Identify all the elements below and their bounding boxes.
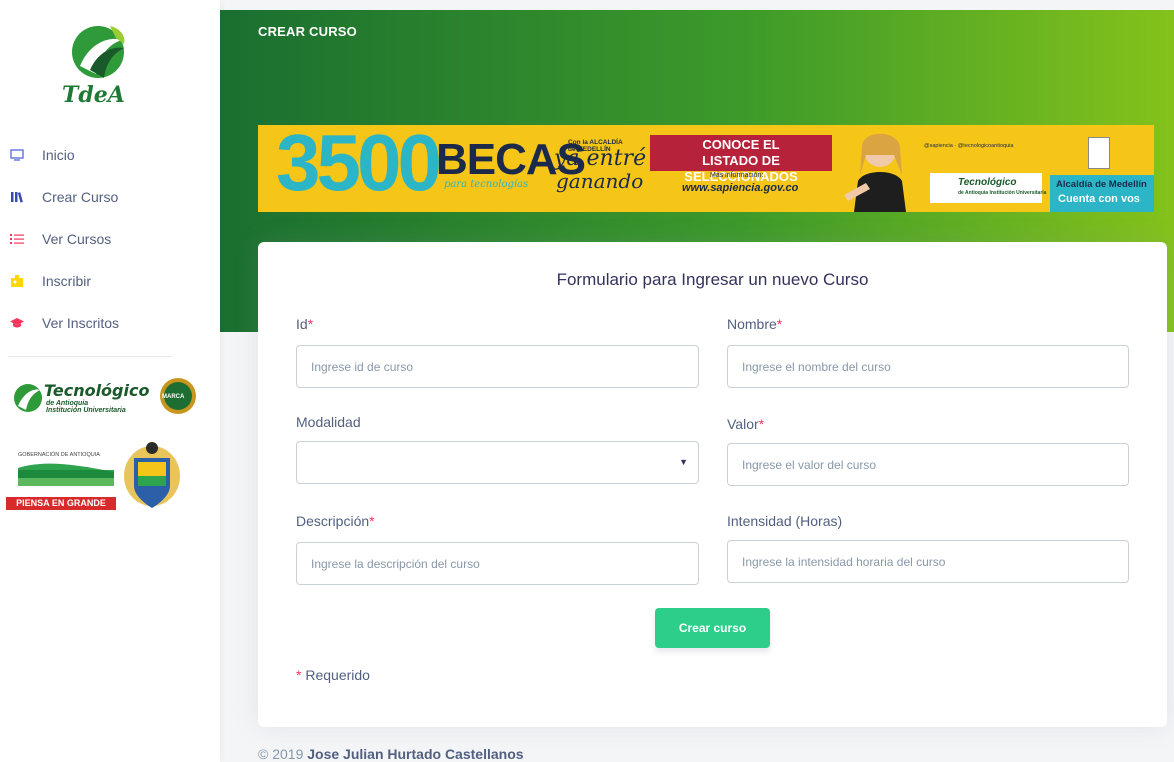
required-note: * Requerido (296, 667, 370, 683)
sidebar-item-label: Ver Inscritos (42, 315, 120, 331)
tecnologico-subtitle-2: Institución Universitaria (46, 407, 126, 414)
required-note-text: Requerido (305, 667, 370, 683)
sidebar-item-label: Inicio (42, 147, 75, 163)
form-title: Formulario para Ingresar un nuevo Curso (556, 270, 869, 289)
monitor-icon (8, 146, 26, 164)
banner-conoce-line2: LISTADO DE SELECCIONADOS (684, 153, 798, 184)
sidebar-item-inicio[interactable]: Inicio (0, 134, 220, 176)
sidebar-item-ver-inscritos[interactable]: Ver Inscritos (0, 302, 220, 344)
sidebar-item-ver-cursos[interactable]: Ver Cursos (0, 218, 220, 260)
footer-author[interactable]: Jose Julian Hurtado Castellanos (307, 746, 523, 762)
page-footer: © 2019 Jose Julian Hurtado Castellanos (258, 746, 524, 762)
sidebar-item-label: Crear Curso (42, 189, 119, 205)
footer-year: © 2019 (258, 746, 304, 762)
required-mark: * (307, 316, 314, 332)
banner-alcaldia-line1: Alcaldía de Medellín (1056, 179, 1147, 190)
crear-curso-button[interactable]: Crear curso (655, 608, 770, 648)
descripcion-label: Descripción* (296, 513, 375, 529)
list-icon (8, 230, 26, 248)
seal-label: MARCA (162, 394, 185, 400)
modalidad-select[interactable]: ▼ (296, 441, 699, 484)
banner-number: 3500 (276, 125, 442, 207)
caret-down-icon: ▼ (679, 457, 688, 467)
banner-tec-sub: de Antioquia Institución Universitaria (958, 190, 1047, 196)
descripcion-label-text: Descripción (296, 513, 370, 529)
required-mark: * (758, 416, 765, 432)
banner-conoce-line1: CONOCE EL (702, 137, 780, 152)
sidebar-item-crear-curso[interactable]: Crear Curso (0, 176, 220, 218)
required-mark: * (296, 667, 302, 683)
piensa-en-grande-slogan: PIENSA EN GRANDE (6, 497, 116, 510)
banner-ganando: ganando (556, 169, 644, 193)
becas-banner[interactable]: 3500 BECAS para tecnologías Con la ALCAL… (258, 125, 1154, 212)
books-icon (8, 188, 26, 206)
sidebar: TdeA Inicio Crear Curso Ver Cursos Inscr… (0, 0, 220, 762)
sidebar-nav: Inicio Crear Curso Ver Cursos Inscribir … (0, 134, 220, 344)
valor-label: Valor* (727, 416, 764, 432)
tecnologico-subtitle: de Antioquia (46, 400, 89, 407)
brand-name: TdeA (62, 82, 125, 108)
modalidad-label: Modalidad (296, 414, 361, 430)
banner-alcaldia-line2: Cuenta con vos (1058, 193, 1140, 205)
nombre-input[interactable]: Ingrese el nombre del curso (727, 345, 1129, 388)
nombre-label-text: Nombre (727, 316, 777, 332)
valor-input[interactable]: Ingrese el valor del curso (727, 443, 1129, 486)
gobernacion-title: GOBERNACIÓN DE ANTIOQUIA (18, 452, 100, 458)
required-mark: * (369, 513, 375, 529)
sidebar-item-label: Ver Cursos (42, 231, 112, 247)
id-label-text: Id (296, 316, 308, 332)
tecnologico-word: Tecnológico (44, 381, 150, 400)
banner-mas-info: Más información: (710, 172, 764, 179)
valor-label-text: Valor (727, 416, 759, 432)
banner-tec-word: Tecnológico (958, 177, 1017, 188)
descripcion-input[interactable]: Ingrese la descripción del curso (296, 542, 699, 585)
required-mark: * (776, 316, 783, 332)
page-title: CREAR CURSO (258, 24, 357, 39)
banner-person-image (844, 133, 906, 212)
intensidad-label: Intensidad (Horas) (727, 513, 843, 529)
id-input[interactable]: Ingrese id de curso (296, 345, 699, 388)
banner-url: www.sapiencia.gov.co (682, 182, 799, 194)
sidebar-divider (8, 356, 172, 357)
nombre-label: Nombre* (727, 316, 782, 332)
banner-conoce-box: CONOCE EL LISTADO DE SELECCIONADOS (650, 135, 832, 184)
intensidad-input[interactable]: Ingrese la intensidad horaria del curso (727, 540, 1129, 583)
graduation-cap-icon (8, 314, 26, 332)
course-form-card: Formulario para Ingresar un nuevo Curso … (258, 242, 1167, 727)
banner-social: @sapiencia · @tecnologicoantioquia (924, 143, 1014, 149)
badge-icon (8, 272, 26, 290)
id-label: Id* (296, 316, 313, 332)
sidebar-item-inscribir[interactable]: Inscribir (0, 260, 220, 302)
banner-para: para tecnologías (444, 179, 529, 190)
banner-ya-entre: ya entré (554, 146, 647, 171)
banner-escudo-icon (1088, 137, 1110, 169)
sidebar-item-label: Inscribir (42, 273, 92, 289)
